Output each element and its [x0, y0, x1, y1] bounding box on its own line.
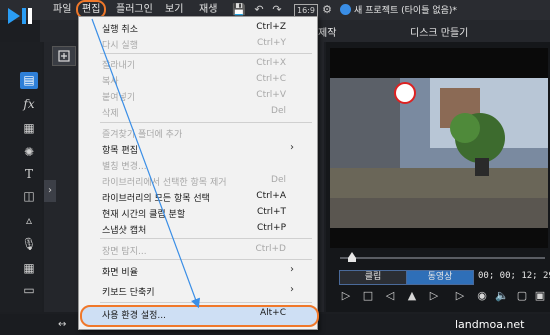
menu-item-label: 삭제	[102, 109, 119, 119]
menu-item[interactable]: 장면 탐지... Ctrl+D	[78, 243, 316, 259]
transition-room-icon[interactable]: ◫	[20, 188, 38, 205]
menu-item[interactable]: 복사 Ctrl+C	[78, 73, 316, 89]
voiceover-icon[interactable]: 🎙	[20, 236, 38, 253]
menu-item[interactable]: 붙여넣기 Ctrl+V	[78, 89, 316, 105]
menu-item-shortcut: Del	[271, 175, 286, 185]
pip-room-icon[interactable]: ▦	[20, 120, 38, 137]
submenu-arrow-icon: ›	[290, 142, 294, 153]
menu-item[interactable]: 실행 취소 Ctrl+Z	[78, 21, 316, 37]
stop-icon[interactable]: □	[360, 288, 376, 304]
redo-icon[interactable]: ↷	[270, 2, 284, 17]
watermark: landmoa.net	[455, 318, 525, 331]
tab-produce[interactable]: 제작	[318, 24, 336, 39]
menu-item-shortcut: Ctrl+V	[256, 90, 286, 100]
menu-item[interactable]: 현재 시간의 클립 분할 Ctrl+T	[78, 206, 316, 222]
snapshot-icon[interactable]: ◉	[474, 288, 490, 304]
menu-plugins[interactable]: 플러그인	[113, 2, 156, 17]
play-icon[interactable]: ▷	[338, 288, 354, 304]
menu-item-label: 키보드 단축키	[102, 288, 155, 298]
menu-item-label: 장면 탐지...	[102, 247, 147, 257]
submenu-arrow-icon: ›	[290, 264, 294, 275]
menu-item-shortcut: Del	[271, 106, 286, 116]
menu-file[interactable]: 파일	[50, 2, 74, 17]
menu-item-label: 현재 시간의 클립 분할	[102, 210, 186, 220]
menu-item-label: 별칭 변경...	[102, 162, 147, 172]
menu-item-shortcut: Ctrl+Y	[256, 38, 286, 48]
clip-mode-button[interactable]: 클립	[339, 270, 407, 285]
menu-item-shortcut: Ctrl+A	[256, 191, 286, 201]
menu-item-shortcut: Alt+C	[259, 308, 286, 318]
subtitle-room-icon[interactable]: ▭	[20, 282, 38, 299]
menu-item-shortcut: Ctrl+X	[256, 58, 286, 68]
menu-item[interactable]: 라이브러리의 모든 항목 선택 Ctrl+A	[78, 190, 316, 206]
menu-item-label: 붙여넣기	[102, 93, 136, 103]
fullscreen-icon[interactable]: ▣	[532, 288, 548, 304]
particle-room-icon[interactable]: ✺	[20, 144, 38, 161]
menu-item-label: 복사	[102, 77, 119, 87]
menu-item[interactable]: 다시 실행 Ctrl+Y	[78, 37, 316, 53]
chapter-room-icon[interactable]: ▦	[20, 260, 38, 277]
menu-view[interactable]: 보기	[162, 2, 186, 17]
save-icon[interactable]: 💾	[232, 2, 246, 17]
menu-item-label: 항목 편집	[102, 146, 138, 156]
menu-item[interactable]: 별칭 변경...	[78, 158, 316, 174]
menu-item[interactable]: 즐겨찾기 폴더에 추가	[78, 126, 316, 142]
menu-item-label: 스냅샷 캡처	[102, 226, 147, 236]
menu-item-preferences[interactable]: 사용 환경 설정... Alt+C	[78, 307, 316, 323]
timecode: 00; 00; 12; 29	[478, 271, 550, 281]
menu-item-label: 화면 비율	[102, 268, 138, 278]
gear-icon[interactable]: ⚙	[320, 2, 334, 17]
fast-forward-icon[interactable]: ▷	[452, 288, 468, 304]
menu-item[interactable]: 스냅샷 캡처 Ctrl+P	[78, 222, 316, 238]
audio-mixing-icon[interactable]: ▵	[20, 212, 38, 229]
title-room-icon[interactable]: T	[20, 166, 38, 183]
undo-icon[interactable]: ↶	[252, 2, 266, 17]
media-room-icon[interactable]: ▤	[20, 72, 38, 89]
menu-item-shortcut: Ctrl+P	[257, 223, 286, 233]
menu-separator	[100, 53, 312, 54]
menu-item[interactable]: 라이브러리에서 선택한 항목 제거 Del	[78, 174, 316, 190]
volume-icon[interactable]: 🔈	[494, 288, 510, 304]
menu-item-label: 라이브러리의 모든 항목 선택	[102, 194, 210, 204]
menu-item-label: 라이브러리에서 선택한 항목 제거	[102, 178, 227, 188]
menu-item-label: 잘라내기	[102, 61, 136, 71]
menu-item-shortcut: Ctrl+D	[255, 244, 287, 254]
menu-item-shortcut: Ctrl+C	[256, 74, 286, 84]
timeline-fit-icon[interactable]: ↔	[58, 319, 66, 330]
preview-window	[330, 48, 548, 248]
next-frame-icon[interactable]: ▷	[426, 288, 442, 304]
previous-frame-icon[interactable]: ◁	[382, 288, 398, 304]
menu-separator	[100, 302, 312, 303]
menu-item-label: 다시 실행	[102, 41, 138, 51]
menu-playback[interactable]: 재생	[196, 2, 220, 17]
menu-separator	[100, 122, 312, 123]
menu-separator	[100, 238, 312, 239]
menu-item-shortcut: Ctrl+T	[256, 207, 286, 217]
app-logo-icon	[4, 2, 38, 36]
menu-item[interactable]: 항목 편집 ›	[78, 142, 316, 158]
tab-disc[interactable]: 디스크 만들기	[410, 24, 468, 39]
display-settings-icon[interactable]: ▢	[514, 288, 530, 304]
expand-panel-icon[interactable]: ›	[44, 180, 56, 202]
menu-item[interactable]: 삭제 Del	[78, 105, 316, 121]
split-icon[interactable]: ▲	[404, 288, 420, 304]
menu-item[interactable]: 키보드 단축키 ›	[78, 284, 316, 300]
menu-item[interactable]: 잘라내기 Ctrl+X	[78, 57, 316, 73]
edit-menu-items: 실행 취소 Ctrl+Z 다시 실행 Ctrl+Y 잘라내기 Ctrl+X 복사 Ctrl+C…	[78, 16, 316, 328]
project-title: 새 프로젝트 (타이틀 없음)*	[354, 6, 457, 16]
menu-item-shortcut: Ctrl+Z	[256, 22, 286, 32]
menu-item-label: 실행 취소	[102, 25, 138, 35]
menu-item-label: 사용 환경 설정...	[102, 311, 166, 321]
account-icon[interactable]	[340, 4, 351, 15]
playback-slider[interactable]	[340, 257, 545, 259]
menu-separator	[100, 259, 312, 260]
submenu-arrow-icon: ›	[290, 284, 294, 295]
movie-mode-button[interactable]: 동영상	[406, 270, 474, 285]
menu-item-label: 즐겨찾기 폴더에 추가	[102, 130, 183, 140]
import-media-icon[interactable]	[52, 46, 76, 66]
fx-room-icon[interactable]: fx	[20, 96, 38, 113]
menu-item[interactable]: 화면 비율 ›	[78, 264, 316, 280]
